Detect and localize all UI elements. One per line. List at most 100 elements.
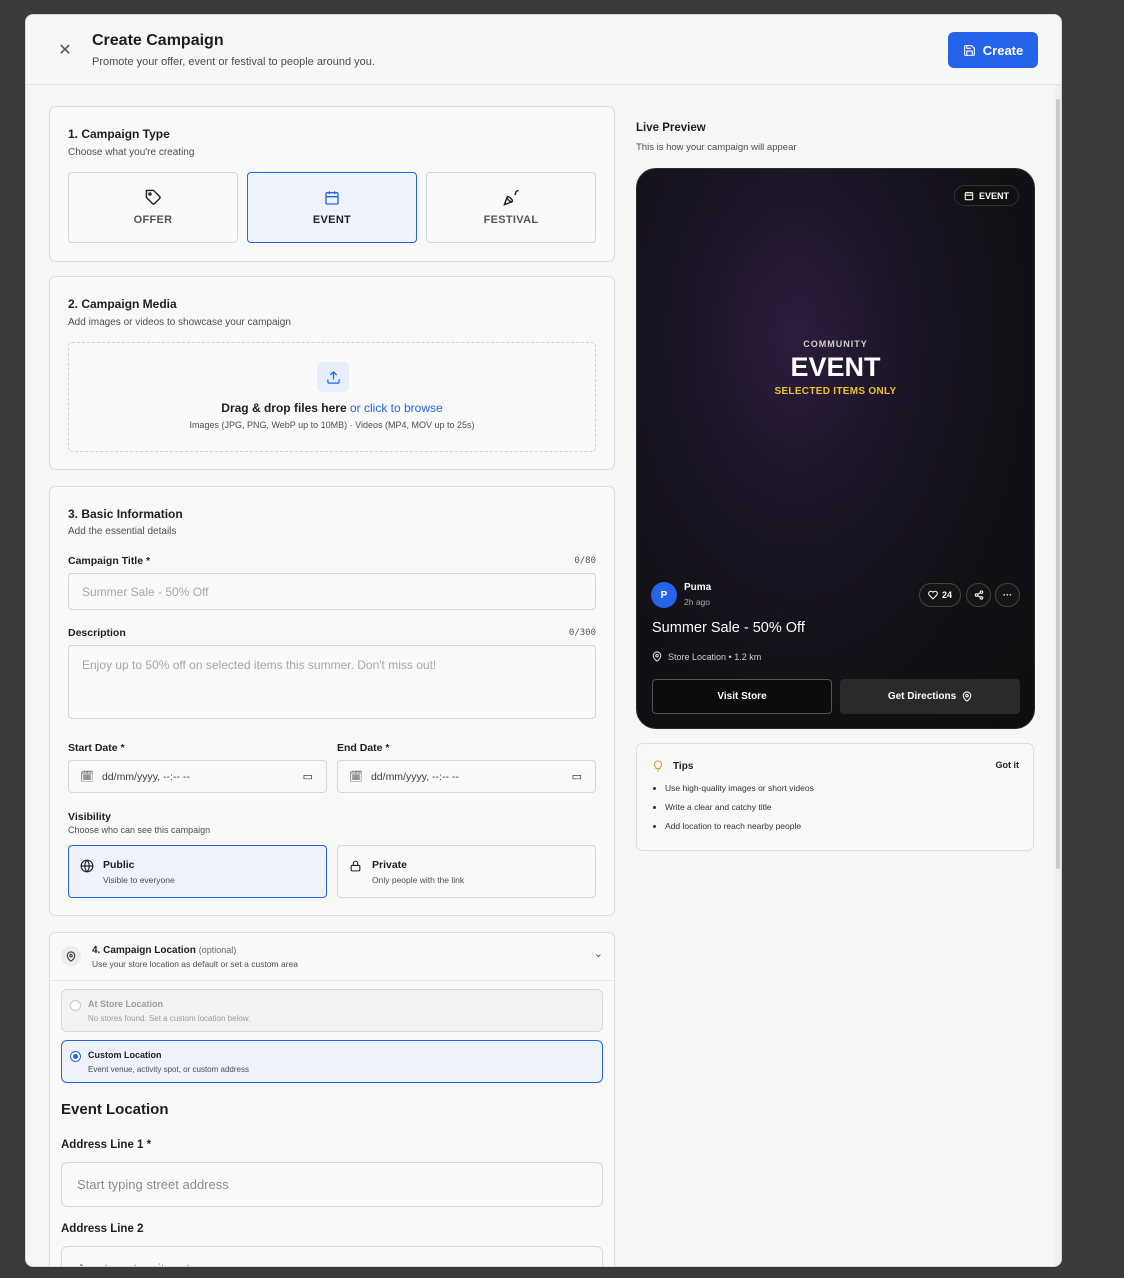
list-item: Use high-quality images or short videos <box>665 783 814 793</box>
create-button[interactable]: Create <box>948 32 1038 68</box>
close-icon[interactable]: ✕ <box>56 41 74 59</box>
upload-icon <box>317 362 349 392</box>
preview-location-text: Store Location • 1.2 km <box>668 651 762 662</box>
lightbulb-icon <box>652 759 664 776</box>
preview-location: Store Location • 1.2 km <box>652 651 761 662</box>
calendar-icon <box>964 191 974 200</box>
page-title: Create Campaign <box>92 32 224 49</box>
more-button[interactable]: ··· <box>995 583 1020 607</box>
optional-tag: (optional) <box>198 945 237 955</box>
save-icon <box>963 44 975 56</box>
like-count: 24 <box>941 590 952 600</box>
preview-title: Live Preview <box>636 122 706 134</box>
preview-card: EVENT COMMUNITY EVENT SELECTED ITEMS ONL… <box>636 168 1035 729</box>
more-icon: ··· <box>1003 590 1012 600</box>
date-picker-icon[interactable]: ▭ <box>303 770 313 783</box>
browse-link[interactable]: or click to browse <box>350 401 443 415</box>
public-desc: Visible to everyone <box>103 875 175 885</box>
visibility-private-option[interactable]: Private Only people with the link <box>337 845 596 898</box>
calendar-icon <box>325 190 339 205</box>
party-popper-icon <box>502 189 519 206</box>
create-label: Create <box>982 42 1024 58</box>
media-dropzone[interactable]: Drag & drop files here or click to brows… <box>68 342 596 452</box>
address-line1-input[interactable]: Start typing street address <box>61 1162 603 1207</box>
post-time: 2h ago <box>684 597 710 607</box>
store-location-radio[interactable] <box>70 1000 81 1011</box>
location-header[interactable]: 4. Campaign Location (optional) Use your… <box>50 933 614 981</box>
modal-header: ✕ Create Campaign Promote your offer, ev… <box>26 15 1061 85</box>
event-location-title: Event Location <box>61 1101 169 1118</box>
map-pin-icon <box>61 946 81 966</box>
got-it-button[interactable]: Got it <box>996 760 1020 770</box>
chevron-down-icon[interactable]: ⌄ <box>594 947 603 960</box>
visibility-label: Visibility <box>68 811 111 823</box>
custom-location-desc: Event venue, activity spot, or custom ad… <box>88 1065 249 1074</box>
basic-info-card: 3. Basic Information Add the essential d… <box>49 486 615 916</box>
description-textarea[interactable]: Enjoy up to 50% off on selected items th… <box>68 645 596 719</box>
custom-location-title: Custom Location <box>88 1050 162 1060</box>
custom-location-radio[interactable] <box>70 1051 81 1062</box>
like-button[interactable]: 24 <box>919 583 961 607</box>
tips-title: Tips <box>673 761 694 772</box>
page-subtitle: Promote your offer, event or festival to… <box>92 56 375 68</box>
visibility-public-option[interactable]: Public Visible to everyone <box>68 845 327 898</box>
title-label: Campaign Title * <box>68 555 151 567</box>
type-festival-label: FESTIVAL <box>483 214 539 226</box>
campaign-title-input[interactable]: Summer Sale - 50% Off <box>68 573 596 610</box>
drop-text: Drag & drop files here <box>221 401 347 415</box>
list-item: Write a clear and catchy title <box>665 802 814 812</box>
private-desc: Only people with the link <box>372 875 465 885</box>
brand-name: Puma <box>684 582 712 593</box>
preview-subtitle: This is how your campaign will appear <box>636 142 797 153</box>
end-date-input[interactable]: 🗓 dd/mm/yyyy, --:-- -- ▭ <box>337 760 596 793</box>
location-desc: Use your store location as default or se… <box>92 959 298 969</box>
tips-list: Use high-quality images or short videos … <box>665 783 814 840</box>
store-location-option[interactable]: At Store Location No stores found. Set a… <box>61 989 603 1032</box>
address-line1-label: Address Line 1 * <box>61 1139 152 1151</box>
get-directions-button[interactable]: Get Directions <box>840 679 1020 714</box>
campaign-location-card: 4. Campaign Location (optional) Use your… <box>49 932 615 1266</box>
map-pin-icon <box>652 651 662 662</box>
type-event-button[interactable]: EVENT <box>247 172 417 243</box>
create-campaign-modal: ✕ Create Campaign Promote your offer, ev… <box>25 14 1062 1267</box>
preview-headline: Summer Sale - 50% Off <box>652 620 805 636</box>
badge-label: EVENT <box>978 190 1009 201</box>
custom-location-option[interactable]: Custom Location Event venue, activity sp… <box>61 1040 603 1083</box>
private-title: Private <box>372 859 408 871</box>
tips-card: Tips Got it Use high-quality images or s… <box>636 743 1034 851</box>
start-date-value: dd/mm/yyyy, --:-- -- <box>101 770 190 783</box>
visit-store-button[interactable]: Visit Store <box>652 679 832 714</box>
address-line2-label: Address Line 2 <box>61 1223 144 1235</box>
section-heading: 3. Basic Information <box>68 507 183 521</box>
location-heading-text: 4. Campaign Location <box>92 945 196 956</box>
preview-eyebrow: COMMUNITY <box>803 339 868 349</box>
visibility-desc: Choose who can see this campaign <box>68 825 211 835</box>
preview-tagline: SELECTED ITEMS ONLY <box>774 386 897 397</box>
share-icon <box>974 590 983 600</box>
section-desc: Choose what you're creating <box>68 147 195 158</box>
calendar-icon: 🗓 <box>80 771 94 783</box>
globe-icon <box>80 859 94 876</box>
type-festival-button[interactable]: FESTIVAL <box>426 172 596 243</box>
title-counter: 0/80 <box>574 556 596 566</box>
section-heading: 2. Campaign Media <box>68 297 177 311</box>
public-title: Public <box>103 859 135 871</box>
type-offer-button[interactable]: OFFER <box>68 172 238 243</box>
tag-icon <box>145 189 161 205</box>
section-heading: 1. Campaign Type <box>68 127 170 141</box>
list-item: Add location to reach nearby people <box>665 821 814 831</box>
map-pin-icon <box>962 691 972 702</box>
address-line2-input[interactable]: Apartment, suite, etc. <box>61 1246 603 1266</box>
description-counter: 0/300 <box>568 628 596 638</box>
start-date-label: Start Date * <box>68 742 125 754</box>
avatar: P <box>651 582 677 608</box>
location-heading: 4. Campaign Location (optional) <box>92 945 236 956</box>
visit-store-label: Visit Store <box>717 691 767 702</box>
end-date-label: End Date * <box>337 742 390 754</box>
campaign-media-card: 2. Campaign Media Add images or videos t… <box>49 276 615 470</box>
lock-icon <box>349 859 362 876</box>
date-picker-icon[interactable]: ▭ <box>572 770 582 783</box>
share-button[interactable] <box>966 583 991 607</box>
start-date-input[interactable]: 🗓 dd/mm/yyyy, --:-- -- ▭ <box>68 760 327 793</box>
scrollbar-thumb[interactable] <box>1056 99 1060 869</box>
